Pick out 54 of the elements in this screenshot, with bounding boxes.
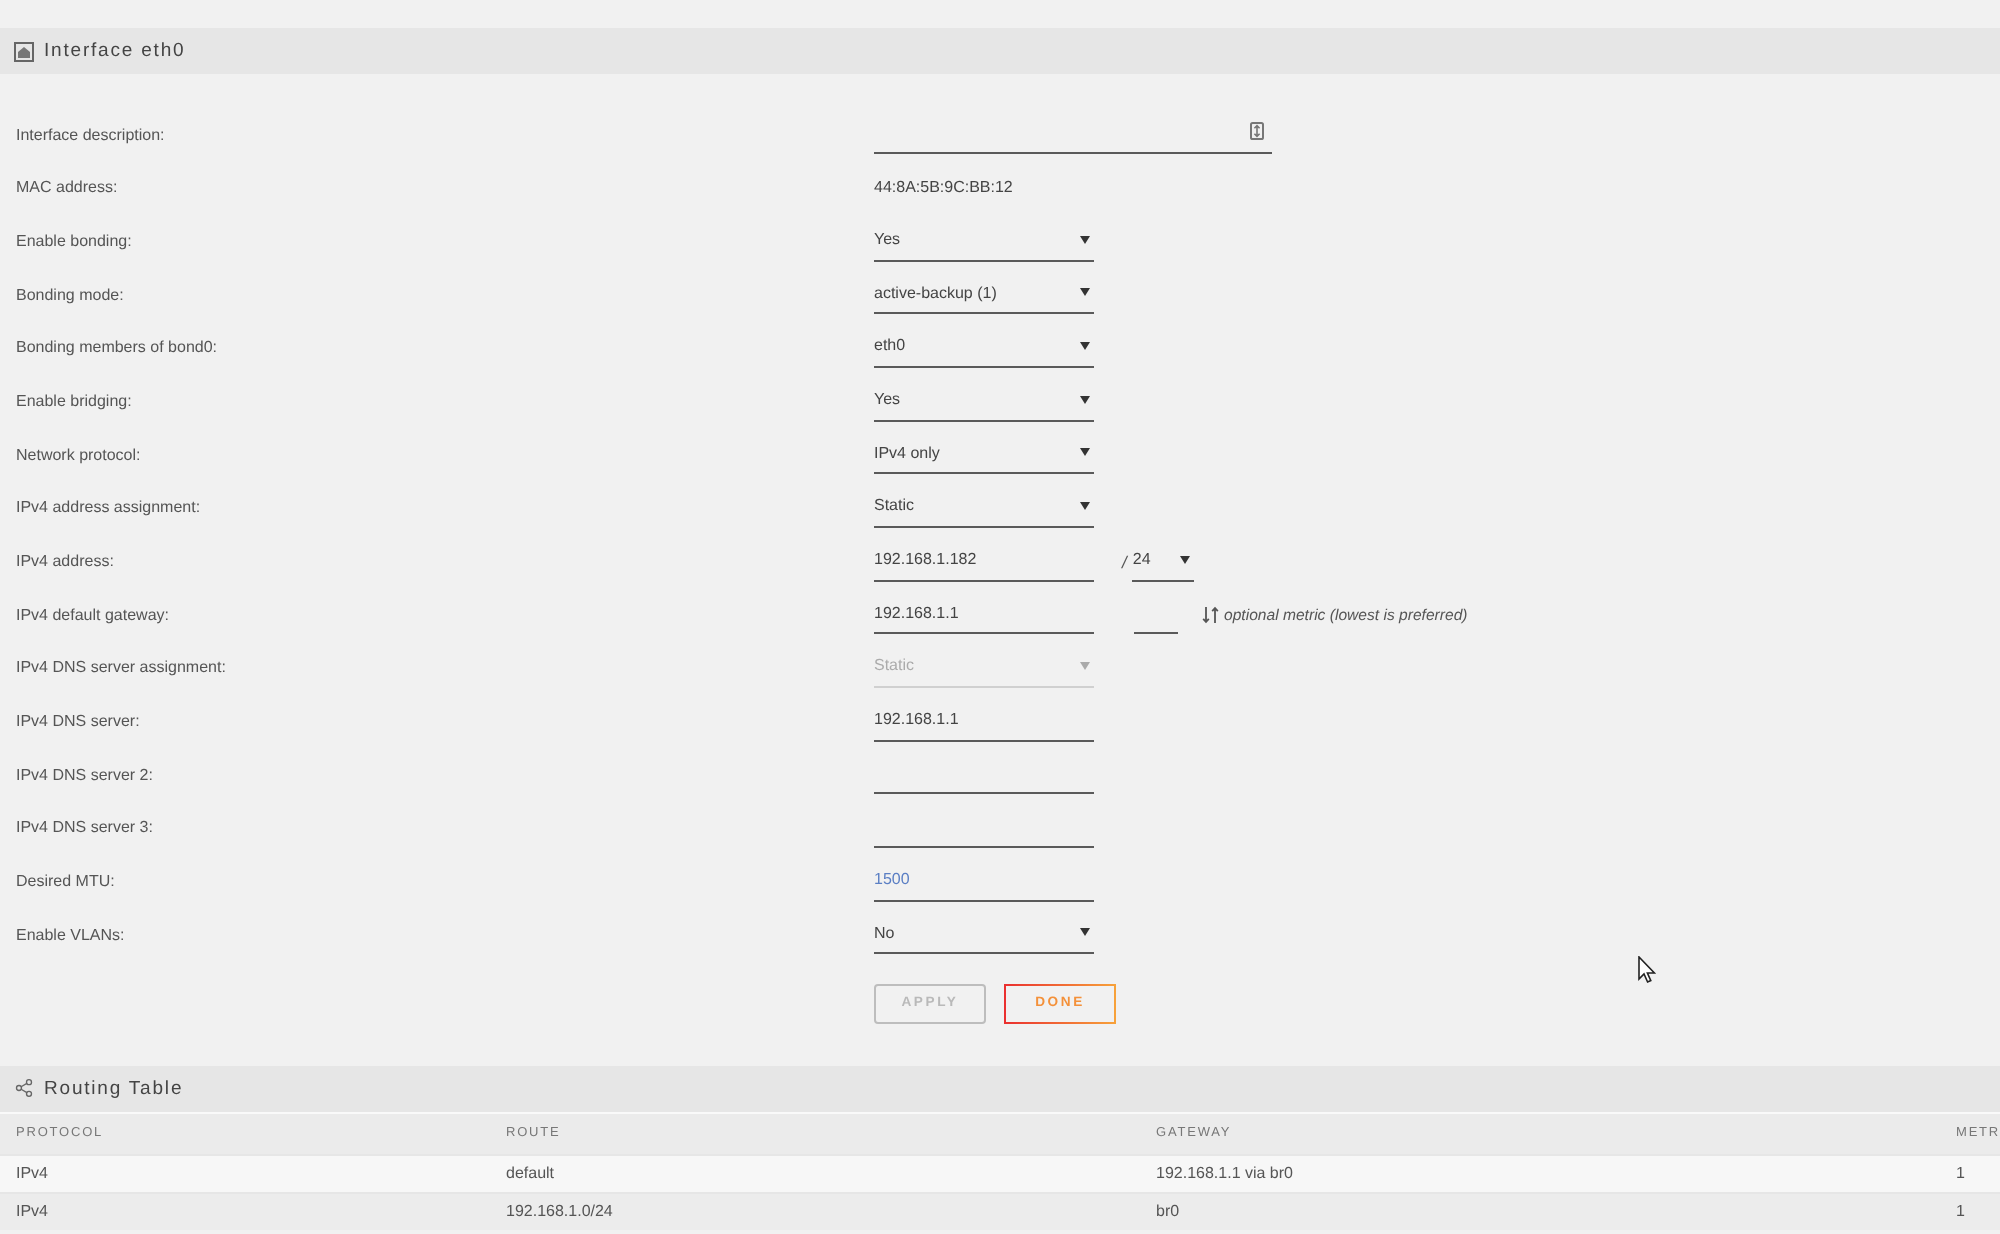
caret-icon	[1080, 448, 1090, 457]
share-icon	[14, 1078, 34, 1098]
field-label: IPv4 DNS server 3:	[16, 818, 153, 837]
table-cell: default	[506, 1164, 555, 1182]
field-label: Bonding members of bond0:	[16, 338, 218, 357]
field-label: Interface description:	[16, 125, 165, 144]
select-field[interactable]: eth0	[874, 327, 1094, 368]
select-field[interactable]: 24	[1132, 541, 1195, 582]
table-cell: 192.168.1.1 via br0	[1156, 1164, 1293, 1182]
table-cell: 1	[1956, 1164, 1965, 1182]
caret-icon	[1080, 661, 1090, 670]
caret-icon	[1080, 501, 1090, 510]
select-field[interactable]: No	[874, 914, 1094, 955]
table-cell: 192.168.1.0/24	[506, 1202, 613, 1220]
field-label: IPv4 address assignment:	[16, 498, 201, 517]
separator-text: /	[1122, 551, 1127, 572]
field-label: MAC address:	[16, 178, 118, 197]
sort-icon	[1202, 605, 1220, 624]
caret-icon	[1080, 341, 1090, 350]
mouse-cursor-icon	[1638, 956, 1656, 984]
field-label: IPv4 default gateway:	[16, 605, 169, 624]
field-label: Enable bonding:	[16, 232, 132, 251]
select-field[interactable]: Yes	[874, 381, 1094, 422]
field-label: Enable bridging:	[16, 392, 132, 411]
field-label: Enable VLANs:	[16, 925, 125, 944]
select-field[interactable]: Yes	[874, 221, 1094, 262]
field-label: IPv4 address:	[16, 552, 114, 571]
field-label: Bonding mode:	[16, 285, 124, 304]
select-field[interactable]: active-backup (1)	[874, 274, 1094, 315]
input-field[interactable]: 192.168.1.1	[874, 594, 1094, 635]
table-cell: IPv4	[16, 1202, 49, 1220]
table-cell: 1	[1956, 1202, 1965, 1220]
caret-icon	[1080, 928, 1090, 937]
expand-icon[interactable]	[1250, 122, 1264, 141]
field-label: IPv4 DNS server 2:	[16, 765, 153, 784]
field-label: IPv4 DNS server assignment:	[16, 658, 226, 677]
table-cell: IPv4	[16, 1164, 49, 1182]
section-title: Interface eth0	[44, 40, 186, 62]
section-title: Routing Table	[44, 1077, 184, 1099]
caret-icon	[1080, 235, 1090, 244]
field-label: Desired MTU:	[16, 872, 115, 891]
caret-icon	[1080, 288, 1090, 297]
input-field[interactable]: 192.168.1.182	[874, 541, 1094, 582]
select-field[interactable]: IPv4 only	[874, 434, 1094, 475]
input-field[interactable]: 192.168.1.1	[874, 701, 1094, 742]
caret-icon	[1080, 395, 1090, 404]
field-label: Network protocol:	[16, 445, 141, 464]
window-icon	[14, 41, 34, 61]
mac-address-text: 44:8A:5B:9C:BB:12	[874, 178, 1015, 197]
field-label: IPv4 DNS server:	[16, 712, 140, 731]
input-field[interactable]: 1500	[874, 861, 1094, 902]
select-field[interactable]: Static	[874, 487, 1094, 528]
table-cell: br0	[1156, 1202, 1180, 1220]
caret-icon	[1180, 555, 1191, 564]
